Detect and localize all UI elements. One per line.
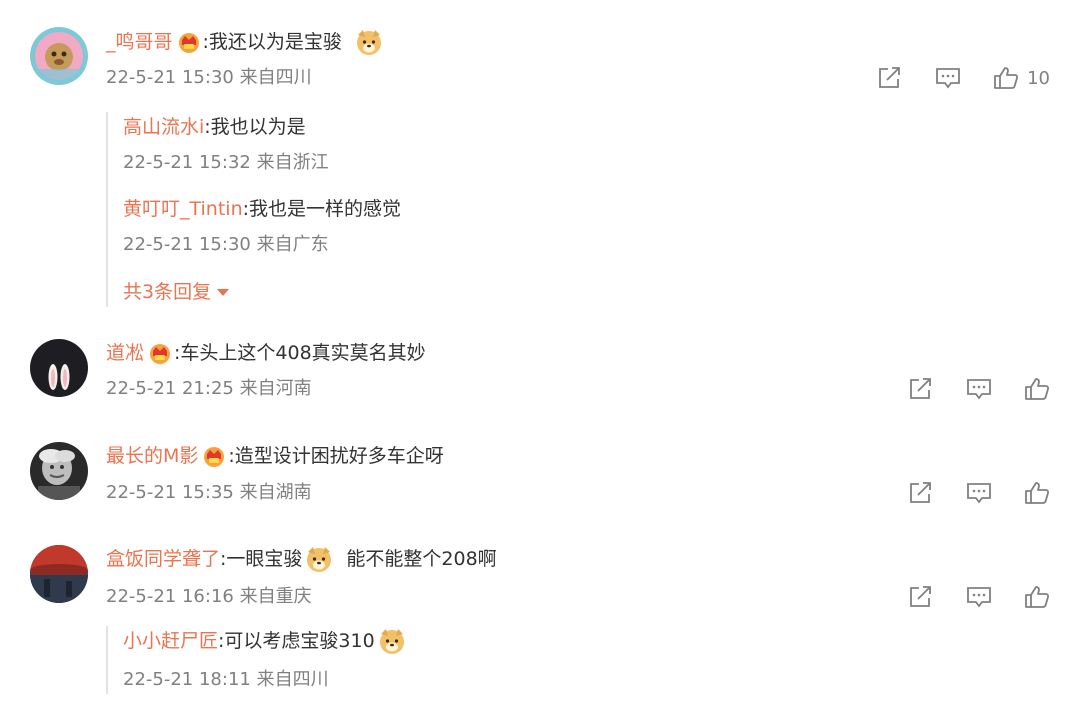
username[interactable]: 道凇 [106, 338, 144, 368]
like-icon [1025, 482, 1050, 504]
share-button[interactable] [908, 585, 934, 609]
comment-button[interactable] [966, 481, 992, 505]
reply-username[interactable]: 小小赶尸匠 [123, 626, 218, 656]
comment-meta: 22-5-21 15:30 来自四川 [106, 67, 312, 88]
like-button[interactable] [1024, 585, 1050, 609]
like-icon [1025, 378, 1050, 400]
share-button[interactable] [877, 66, 903, 90]
comment-button[interactable] [966, 585, 992, 609]
reply-item: 小小赶尸匠 :可以考虑宝骏310 22-5-21 18:11 来自四川 [123, 626, 409, 694]
vip-crown-badge-icon [178, 33, 199, 53]
reply-text: :我也以为是 [204, 116, 306, 138]
avatar[interactable] [30, 545, 88, 603]
like-button[interactable] [1024, 481, 1050, 505]
reply-item: 高山流水i :我也以为是 22-5-21 15:32 来自浙江 [123, 112, 401, 177]
comment-meta: 22-5-21 21:25 来自河南 [106, 378, 312, 399]
reply-item: 黄叮叮_Tintin :我也是一样的感觉 22-5-21 15:30 来自广东 [123, 194, 401, 259]
like-button[interactable] [1024, 377, 1050, 401]
comment-icon [967, 483, 991, 504]
comment-button[interactable] [966, 377, 992, 401]
comment-feed: _鸣哥哥 :我还以为是宝骏 22-5-21 15:30 来自四川 10 高山流水… [0, 0, 1080, 717]
reply-meta: 22-5-21 15:32 来自浙江 [123, 152, 329, 173]
doge-emoji-icon [356, 30, 381, 55]
more-replies-link[interactable]: 共3条回复 [123, 277, 401, 307]
reply-list: 小小赶尸匠 :可以考虑宝骏310 22-5-21 18:11 来自四川 [106, 626, 409, 694]
reply-username[interactable]: 黄叮叮_Tintin [123, 194, 243, 224]
like-icon [1025, 586, 1050, 608]
caret-down-icon [217, 288, 230, 296]
reply-meta: 22-5-21 18:11 来自四川 [123, 669, 329, 690]
like-count: 10 [1027, 67, 1050, 89]
more-replies-label: 共3条回复 [123, 281, 212, 303]
comment-actions [908, 478, 1050, 508]
avatar[interactable] [30, 27, 88, 85]
reply-text: :可以考虑宝骏310 [218, 630, 375, 652]
reply-username[interactable]: 高山流水i [123, 112, 204, 142]
vip-crown-badge-icon [150, 344, 171, 364]
comment-text: :一眼宝骏 [220, 548, 303, 570]
reply-meta: 22-5-21 15:30 来自广东 [123, 234, 329, 255]
username[interactable]: 最长的M影 [106, 441, 198, 471]
avatar[interactable] [30, 339, 88, 397]
comment-actions [908, 374, 1050, 404]
share-icon [910, 586, 931, 607]
like-button[interactable]: 10 [993, 66, 1050, 90]
avatar[interactable] [30, 442, 88, 500]
reply-list: 高山流水i :我也以为是 22-5-21 15:32 来自浙江 黄叮叮_Tint… [106, 112, 401, 307]
comment-icon [936, 68, 960, 89]
reply-text: :我也是一样的感觉 [242, 198, 402, 220]
doge-emoji-icon [307, 547, 332, 572]
comment-text: :车头上这个408真实莫名其妙 [174, 342, 426, 364]
comment-icon [967, 587, 991, 608]
comment-actions [908, 582, 1050, 612]
share-icon [910, 378, 931, 399]
comment-text: :我还以为是宝骏 [202, 31, 342, 53]
comment-icon [967, 379, 991, 400]
share-button[interactable] [908, 481, 934, 505]
share-icon [910, 482, 931, 503]
comment-meta: 22-5-21 16:16 来自重庆 [106, 586, 312, 607]
vip-crown-badge-icon [204, 447, 225, 467]
share-icon [879, 67, 900, 88]
username[interactable]: _鸣哥哥 [106, 27, 173, 57]
comment-text-continued: 能不能整个208啊 [346, 548, 497, 570]
share-button[interactable] [908, 377, 934, 401]
username[interactable]: 盒饭同学聋了 [106, 544, 220, 574]
comment-button[interactable] [935, 66, 961, 90]
comment-actions: 10 [877, 63, 1050, 93]
comment-meta: 22-5-21 15:35 来自湖南 [106, 482, 312, 503]
like-icon [994, 67, 1019, 89]
doge-emoji-icon [379, 629, 404, 654]
comment-text: :造型设计困扰好多车企呀 [228, 445, 444, 467]
